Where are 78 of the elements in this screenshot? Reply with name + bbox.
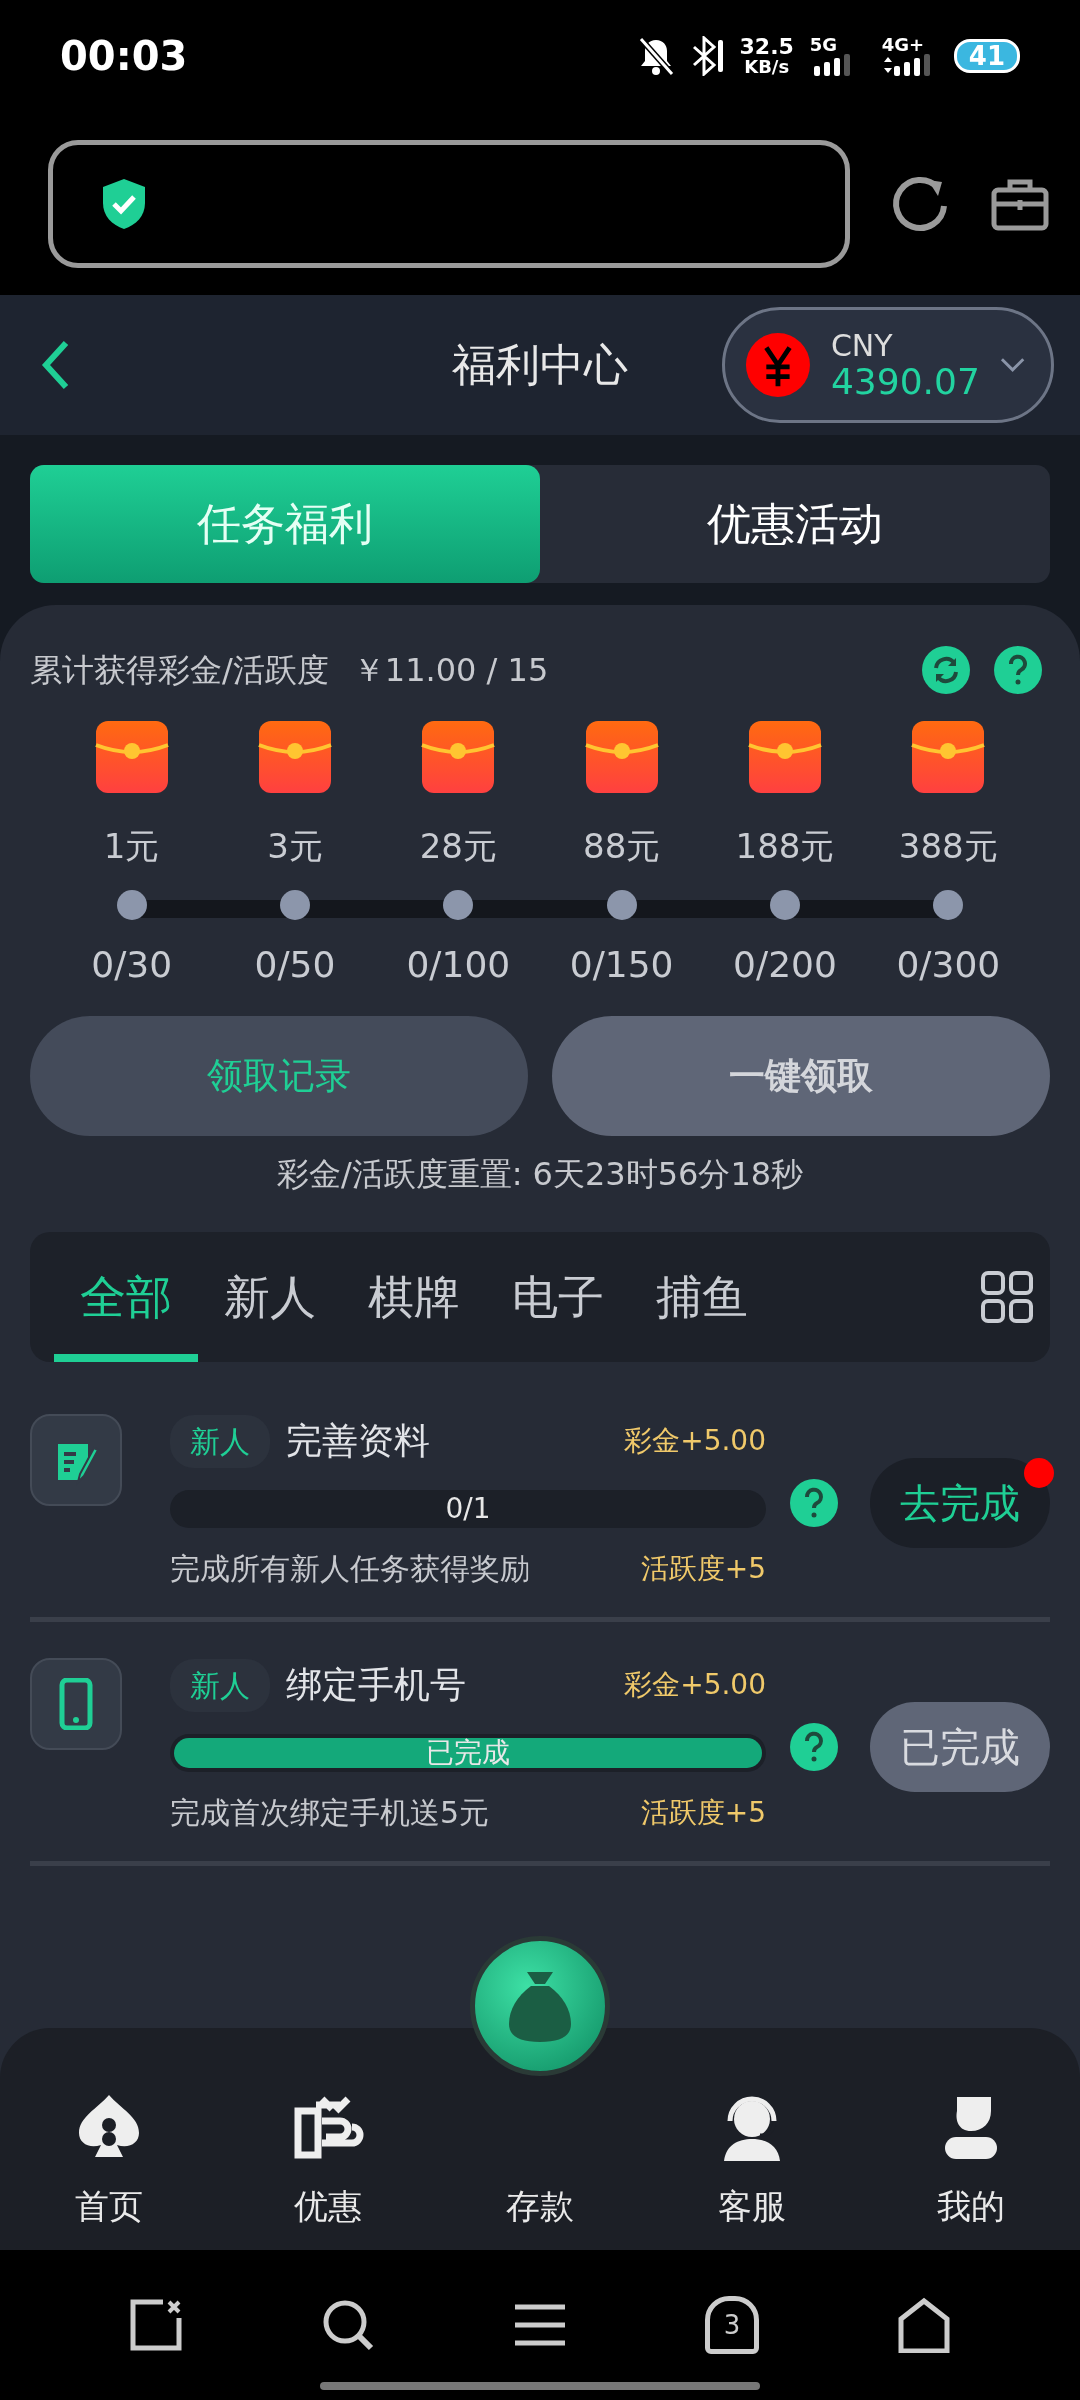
milestone-count: 0/150	[569, 943, 674, 987]
category-tab[interactable]: 捕鱼	[630, 1232, 774, 1362]
task-description: 完成首次绑定手机送5元	[170, 1794, 490, 1832]
reward-amount: 88元	[583, 825, 661, 868]
nav-tab[interactable]: 存款	[500, 2175, 580, 2250]
reset-countdown: 彩金/活跃度重置: 6天23时56分18秒	[275, 1154, 805, 1195]
summary-label: 累计获得彩金/活跃度	[30, 650, 329, 691]
task-tag: 新人	[170, 1658, 270, 1712]
task-description: 完成所有新人任务获得奖励	[170, 1550, 530, 1588]
tab[interactable]: 优惠活动	[540, 465, 1050, 583]
balance-amount: 4390.07	[830, 361, 980, 402]
envelope-icon	[747, 719, 823, 795]
task-tag: 新人	[170, 1414, 270, 1468]
category-tab[interactable]: 全部	[54, 1232, 198, 1362]
summary-value: ￥11.00 / 15	[352, 650, 549, 691]
help-icon[interactable]	[790, 1722, 838, 1771]
milestone-dot	[280, 890, 310, 920]
bell-muted-icon	[637, 36, 674, 76]
address-bar[interactable]	[48, 139, 850, 268]
network-type: 4G+	[881, 36, 925, 54]
task-title: 完善资料	[286, 1419, 430, 1463]
shield-check-icon	[101, 176, 147, 231]
help-icon[interactable]	[790, 1478, 838, 1527]
reward-amount: 388元	[898, 825, 998, 868]
envelope-icon	[257, 719, 333, 795]
progress-label: 0/1	[445, 1491, 491, 1527]
milestone-dot	[770, 890, 800, 920]
back-icon[interactable]	[40, 339, 70, 391]
nav-tab[interactable]: 首页	[0, 2028, 219, 2250]
milestone-dot	[933, 890, 964, 920]
nav-tab[interactable]: 我的	[861, 2028, 1080, 2250]
help-icon[interactable]	[994, 646, 1042, 694]
refresh-icon[interactable]	[922, 646, 970, 694]
category-tab[interactable]: 电子	[486, 1232, 630, 1362]
network-type: 5G	[809, 36, 838, 54]
reward-amount: 1元	[103, 825, 160, 868]
reward-amount: 3元	[267, 825, 323, 868]
task-button[interactable]: 已完成	[870, 1701, 1050, 1792]
category-tab[interactable]: 新人	[198, 1232, 342, 1362]
menu-icon[interactable]	[513, 2303, 567, 2347]
milestone-count: 0/300	[896, 943, 1001, 987]
speed-unit: KB/s	[744, 58, 790, 76]
nav-tab[interactable]: 客服	[643, 2028, 862, 2250]
home-icon[interactable]	[897, 2297, 951, 2353]
task-title: 绑定手机号	[286, 1663, 466, 1707]
tabs-button[interactable]: 3	[705, 2296, 759, 2354]
yuan-coin-icon	[745, 331, 811, 399]
task-reward: 彩金+5.00	[624, 1423, 766, 1459]
clock-time: 00:03	[60, 32, 188, 81]
activity-reward: 活跃度+5	[640, 1550, 766, 1587]
page-title: 福利中心	[452, 338, 628, 392]
milestone-count: 0/100	[406, 943, 511, 987]
reward-amount: 188元	[735, 825, 835, 868]
close-tab-icon[interactable]	[129, 2298, 183, 2352]
milestone-count: 0/50	[254, 943, 336, 987]
envelope-icon	[93, 719, 170, 795]
milestone-dot	[606, 890, 637, 920]
nav-tab[interactable]: 优惠	[218, 2028, 437, 2250]
chevron-down-icon	[999, 357, 1025, 373]
progress-label: 已完成	[426, 1735, 510, 1771]
grid-icon[interactable]	[980, 1270, 1034, 1324]
search-icon[interactable]	[321, 2298, 375, 2352]
milestone-dot	[116, 890, 147, 920]
milestone-dot	[443, 890, 474, 920]
currency-code: CNY	[830, 328, 894, 362]
reward-amount: 28元	[419, 825, 497, 868]
network-speed: 32.5	[739, 36, 794, 58]
envelope-icon	[910, 719, 987, 795]
action-button[interactable]: 领取记录	[30, 1016, 528, 1136]
currency-selector[interactable]: CNY 4390.07	[722, 307, 1054, 423]
category-tab[interactable]: 棋牌	[342, 1232, 486, 1362]
task-reward: 彩金+5.00	[624, 1667, 766, 1703]
activity-reward: 活跃度+5	[640, 1794, 766, 1831]
envelope-icon	[583, 719, 660, 795]
envelope-icon	[420, 719, 497, 795]
milestone-count: 0/30	[91, 943, 173, 987]
milestone-count: 0/200	[733, 943, 837, 987]
battery-level: 41	[953, 38, 1020, 74]
